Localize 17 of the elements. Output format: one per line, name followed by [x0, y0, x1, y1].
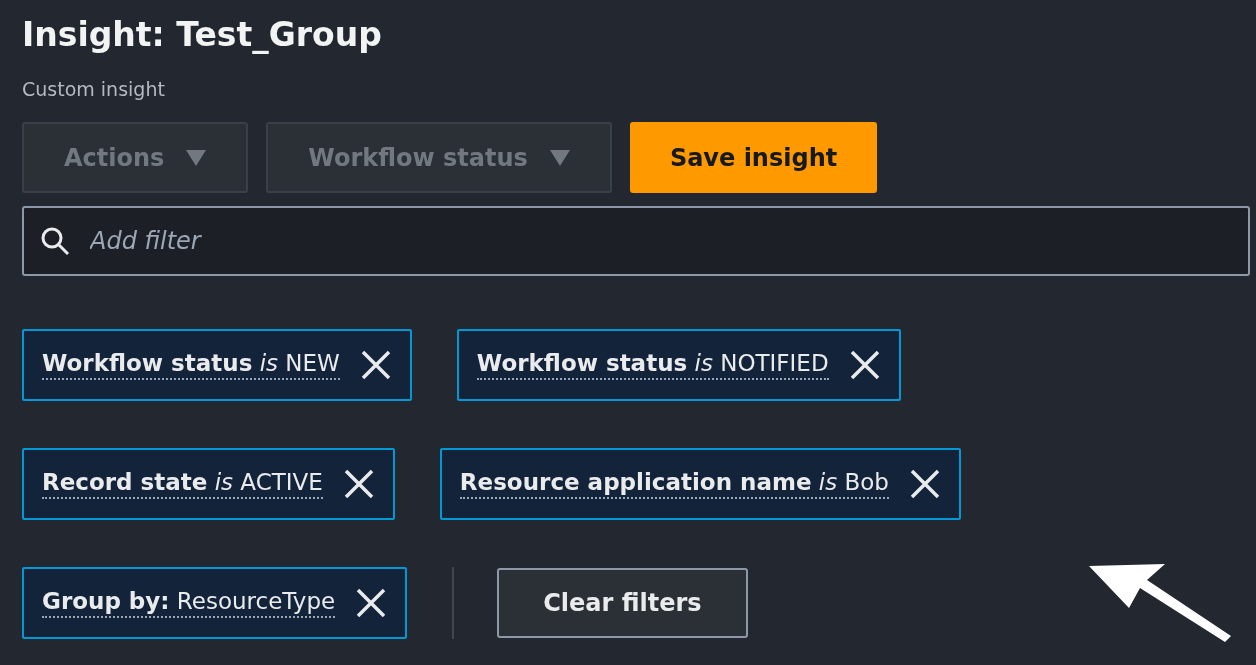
search-icon: [40, 226, 70, 256]
close-icon[interactable]: [848, 349, 881, 381]
close-icon[interactable]: [908, 468, 941, 500]
page-subtitle: Custom insight: [22, 77, 166, 102]
filter-label: Record state is ACTIVE: [42, 469, 323, 499]
caret-icon: [186, 149, 207, 166]
filter-label: Workflow status is NEW: [42, 350, 340, 380]
filter-label: Workflow status is NOTIFIED: [476, 350, 829, 380]
caret-icon: [549, 149, 570, 166]
filter-label: Resource application name is Bob: [459, 469, 889, 499]
close-icon[interactable]: [359, 349, 392, 381]
page-title: Insight: Test_Group: [22, 14, 383, 56]
save-button[interactable]: Save insight: [629, 122, 878, 193]
clear-filters-button[interactable]: Clear filters: [497, 568, 748, 638]
close-icon[interactable]: [342, 468, 375, 500]
close-icon[interactable]: [355, 587, 388, 619]
filter-label: Group by: ResourceType: [42, 588, 336, 618]
